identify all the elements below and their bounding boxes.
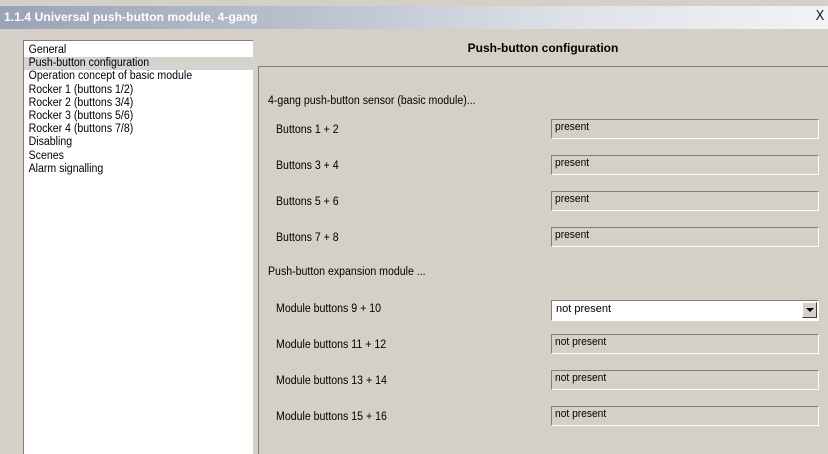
buttons-3-4-label: Buttons 3 + 4 <box>276 160 339 172</box>
module-buttons-15-16-label: Module buttons 15 + 16 <box>276 411 387 423</box>
module-buttons-13-14-value: not present <box>551 370 819 390</box>
window-title: 1.1.4 Universal push-button module, 4-ga… <box>4 10 258 24</box>
close-icon[interactable]: X <box>812 9 828 25</box>
buttons-7-8-value: present <box>551 227 819 247</box>
buttons-1-2-label: Buttons 1 + 2 <box>276 124 339 136</box>
buttons-7-8-label: Buttons 7 + 8 <box>276 232 339 244</box>
title-bar: 1.1.4 Universal push-button module, 4-ga… <box>0 6 828 29</box>
module-buttons-15-16-value: not present <box>551 406 819 426</box>
buttons-5-6-label: Buttons 5 + 6 <box>276 196 339 208</box>
parameter-window: 1.1.4 Universal push-button module, 4-ga… <box>0 0 828 454</box>
nav-item-disabling[interactable]: Disabling <box>24 136 235 149</box>
nav-item-rocker-4[interactable]: Rocker 4 (buttons 7/8) <box>24 123 235 136</box>
module-buttons-9-10-dropdown[interactable]: not present <box>551 300 819 321</box>
module-buttons-11-12-label: Module buttons 11 + 12 <box>276 339 387 351</box>
buttons-3-4-value: present <box>551 155 819 175</box>
buttons-5-6-value: present <box>551 191 819 211</box>
nav-item-rocker-3[interactable]: Rocker 3 (buttons 5/6) <box>24 110 235 123</box>
nav-item-rocker-2[interactable]: Rocker 2 (buttons 3/4) <box>24 97 235 110</box>
buttons-1-2-value: present <box>551 119 819 139</box>
basic-module-section-label: 4-gang push-button sensor (basic module)… <box>268 95 476 107</box>
module-buttons-9-10-selected: not present <box>556 303 612 315</box>
nav-item-general[interactable]: General <box>24 44 235 57</box>
nav-item-alarm-signalling[interactable]: Alarm signalling <box>24 163 235 176</box>
nav-item-push-button-configuration[interactable]: Push-button configuration <box>24 57 258 71</box>
module-buttons-11-12-value: not present <box>551 334 819 354</box>
nav-item-operation-concept[interactable]: Operation concept of basic module <box>24 70 235 83</box>
expansion-module-section-label: Push-button expansion module ... <box>268 266 426 278</box>
nav-item-rocker-1[interactable]: Rocker 1 (buttons 1/2) <box>24 84 235 97</box>
nav-item-scenes[interactable]: Scenes <box>24 150 235 163</box>
module-buttons-9-10-label: Module buttons 9 + 10 <box>276 303 381 315</box>
module-buttons-13-14-label: Module buttons 13 + 14 <box>276 375 387 387</box>
parameter-page-list: General Push-button configuration Operat… <box>23 40 258 454</box>
chevron-down-icon[interactable] <box>802 302 817 318</box>
panel-title: Push-button configuration <box>467 41 619 55</box>
